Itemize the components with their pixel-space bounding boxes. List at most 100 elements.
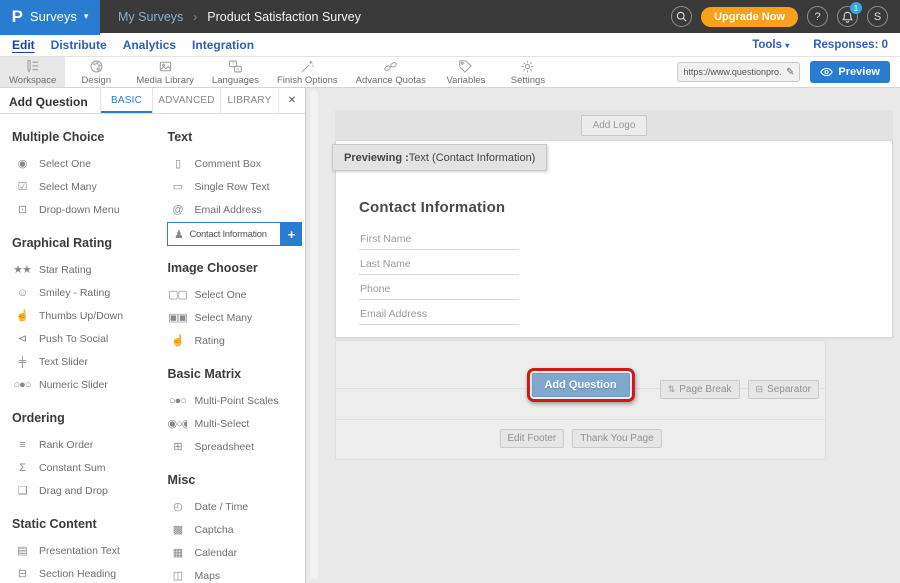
question-type-item[interactable]: ◫ Maps — [167, 564, 305, 583]
tools-menu[interactable]: Tools ▾ — [752, 39, 789, 51]
question-type-item[interactable]: ◉○◉ Multi-Select — [167, 412, 305, 435]
section-title: Misc — [167, 473, 305, 487]
divider — [336, 419, 825, 420]
tab-integration[interactable]: Integration — [192, 38, 254, 52]
question-column-1: Multiple Choice ◉ Select One ☑ Select Ma… — [0, 114, 159, 583]
tab-basic[interactable]: BASIC — [100, 88, 152, 113]
section-image-chooser: Image Chooser ▢▢ Select One ▣▣ Select Ma… — [167, 261, 305, 352]
tab-analytics[interactable]: Analytics — [123, 38, 176, 52]
question-type-icon: ❏ — [12, 484, 32, 497]
question-type-icon: ▢▢ — [167, 288, 187, 301]
survey-url[interactable]: https://www.questionpro.com/t/AP53kZgUI — [683, 67, 782, 77]
tab-distribute[interactable]: Distribute — [51, 38, 107, 52]
breadcrumb-my-surveys[interactable]: My Surveys — [118, 10, 183, 24]
form-field-input[interactable]: First Name — [359, 230, 519, 250]
surveys-product-menu[interactable]: P Surveys ▾ — [0, 0, 100, 33]
notifications-button[interactable]: 1 — [837, 6, 858, 27]
question-type-item[interactable]: ⊲ Push To Social — [12, 327, 159, 350]
question-type-item[interactable]: ▭ Single Row Text — [167, 175, 305, 198]
separator-button[interactable]: ⊟ Separator — [748, 380, 819, 399]
toolbar-label: Media Library — [136, 75, 194, 86]
question-type-icon: ≡ — [12, 439, 32, 451]
question-type-icon: ⊡ — [12, 203, 32, 216]
toolbar-item-variables[interactable]: Variables — [435, 57, 497, 87]
question-type-icon: ⊟ — [12, 567, 32, 580]
question-type-item[interactable]: ❏ Drag and Drop — [12, 479, 159, 502]
form-title: Contact Information — [359, 199, 519, 216]
toolbar-item-settings[interactable]: Settings — [497, 57, 559, 87]
question-type-icon: Σ — [12, 462, 32, 474]
form-field-input[interactable]: Last Name — [359, 255, 519, 275]
add-logo-button[interactable]: Add Logo — [581, 115, 648, 136]
search-button[interactable] — [671, 6, 692, 27]
survey-canvas: Add Logo Contact Information First Name … — [306, 88, 900, 583]
form-field-input[interactable]: Phone — [359, 280, 519, 300]
responses-link[interactable]: Responses: 0 — [813, 39, 888, 51]
question-type-item[interactable]: ○●○ Multi-Point Scales — [167, 389, 305, 412]
question-type-item[interactable]: ▯ Comment Box — [167, 152, 305, 175]
question-type-item[interactable]: Σ Constant Sum — [12, 456, 159, 479]
scrollbar[interactable] — [310, 90, 318, 579]
page-break-button[interactable]: ⇅ Page Break — [660, 380, 740, 399]
question-type-item[interactable]: ⊟ Section Heading — [12, 562, 159, 583]
close-icon[interactable]: ✕ — [278, 88, 305, 113]
chevron-down-icon: ▾ — [84, 11, 89, 22]
section-basic-matrix: Basic Matrix ○●○ Multi-Point Scales ◉○◉ … — [167, 367, 305, 458]
upgrade-now-button[interactable]: Upgrade Now — [701, 7, 798, 27]
question-type-item[interactable]: @ Email Address — [167, 198, 305, 221]
question-type-item[interactable]: ▢▢ Select One — [167, 283, 305, 306]
add-question-button[interactable]: Add Question — [531, 373, 629, 397]
question-type-item[interactable]: ★★ Star Rating — [12, 258, 159, 281]
toolbar-item-advance-quotas[interactable]: Advance Quotas — [347, 57, 435, 87]
question-type-item[interactable]: ♟ Contact Information + — [167, 222, 281, 246]
question-type-item[interactable]: ▩ Captcha — [167, 518, 305, 541]
question-type-item[interactable]: ▦ Calendar — [167, 541, 305, 564]
question-type-item[interactable]: ○●○ Numeric Slider — [12, 373, 159, 396]
preview-button[interactable]: Preview — [810, 61, 890, 83]
question-type-label: Smiley - Rating — [39, 287, 110, 299]
survey-toolbar: Workspace Design Media Library TA Langua… — [0, 57, 900, 88]
tab-advanced[interactable]: ADVANCED — [152, 88, 220, 113]
edit-url-icon[interactable]: ✎ — [786, 67, 794, 78]
gear-icon — [520, 59, 535, 74]
question-type-label: Contact Information — [189, 229, 280, 240]
question-type-icon: ○●○ — [12, 379, 32, 391]
toolbar-item-media-library[interactable]: Media Library — [127, 57, 203, 87]
toolbar-item-design[interactable]: Design — [65, 57, 127, 87]
question-type-icon: ◉○◉ — [167, 417, 187, 430]
question-type-label: Spreadsheet — [194, 441, 254, 453]
question-type-item[interactable]: ⊡ Drop-down Menu — [12, 198, 159, 221]
add-contact-information-button[interactable]: + — [280, 222, 302, 246]
breadcrumb: My Surveys › Product Satisfaction Survey — [118, 10, 361, 24]
question-type-icon: ☝ — [167, 334, 187, 347]
survey-url-field[interactable]: https://www.questionpro.com/t/AP53kZgUI … — [677, 62, 800, 82]
question-type-item[interactable]: ◴ Date / Time — [167, 495, 305, 518]
nav-right: Tools ▾ Responses: 0 — [752, 39, 888, 51]
help-button[interactable]: ? — [807, 6, 828, 27]
tab-library[interactable]: LIBRARY — [220, 88, 278, 113]
toolbar-item-finish-options[interactable]: Finish Options — [268, 57, 347, 87]
svg-text:A: A — [236, 66, 240, 71]
question-type-item[interactable]: ☺ Smiley - Rating — [12, 281, 159, 304]
tag-icon — [458, 59, 473, 74]
question-type-item[interactable]: ☝ Rating — [167, 329, 305, 352]
toolbar-label: Settings — [511, 75, 545, 86]
toolbar-item-languages[interactable]: TA Languages — [203, 57, 268, 87]
question-type-item[interactable]: ☑ Select Many — [12, 175, 159, 198]
tab-edit[interactable]: Edit — [12, 38, 35, 52]
edit-footer-button[interactable]: Edit Footer — [499, 429, 564, 448]
question-type-item[interactable]: ◉ Select One — [12, 152, 159, 175]
question-type-label: Multi-Point Scales — [194, 395, 278, 407]
question-type-item[interactable]: ╪ Text Slider — [12, 350, 159, 373]
question-type-item[interactable]: ▤ Presentation Text — [12, 539, 159, 562]
thank-you-page-button[interactable]: Thank You Page — [572, 429, 661, 448]
account-avatar[interactable]: S — [867, 6, 888, 27]
notification-badge: 1 — [850, 2, 862, 14]
form-field-input[interactable]: Email Address — [359, 305, 519, 325]
question-type-item[interactable]: ☝ Thumbs Up/Down — [12, 304, 159, 327]
toolbar-item-workspace[interactable]: Workspace — [0, 57, 65, 87]
highlight-annotation: Add Question — [526, 368, 634, 402]
question-type-item[interactable]: ⊞ Spreadsheet — [167, 435, 305, 458]
question-type-item[interactable]: ≡ Rank Order — [12, 433, 159, 456]
question-type-item[interactable]: ▣▣ Select Many — [167, 306, 305, 329]
